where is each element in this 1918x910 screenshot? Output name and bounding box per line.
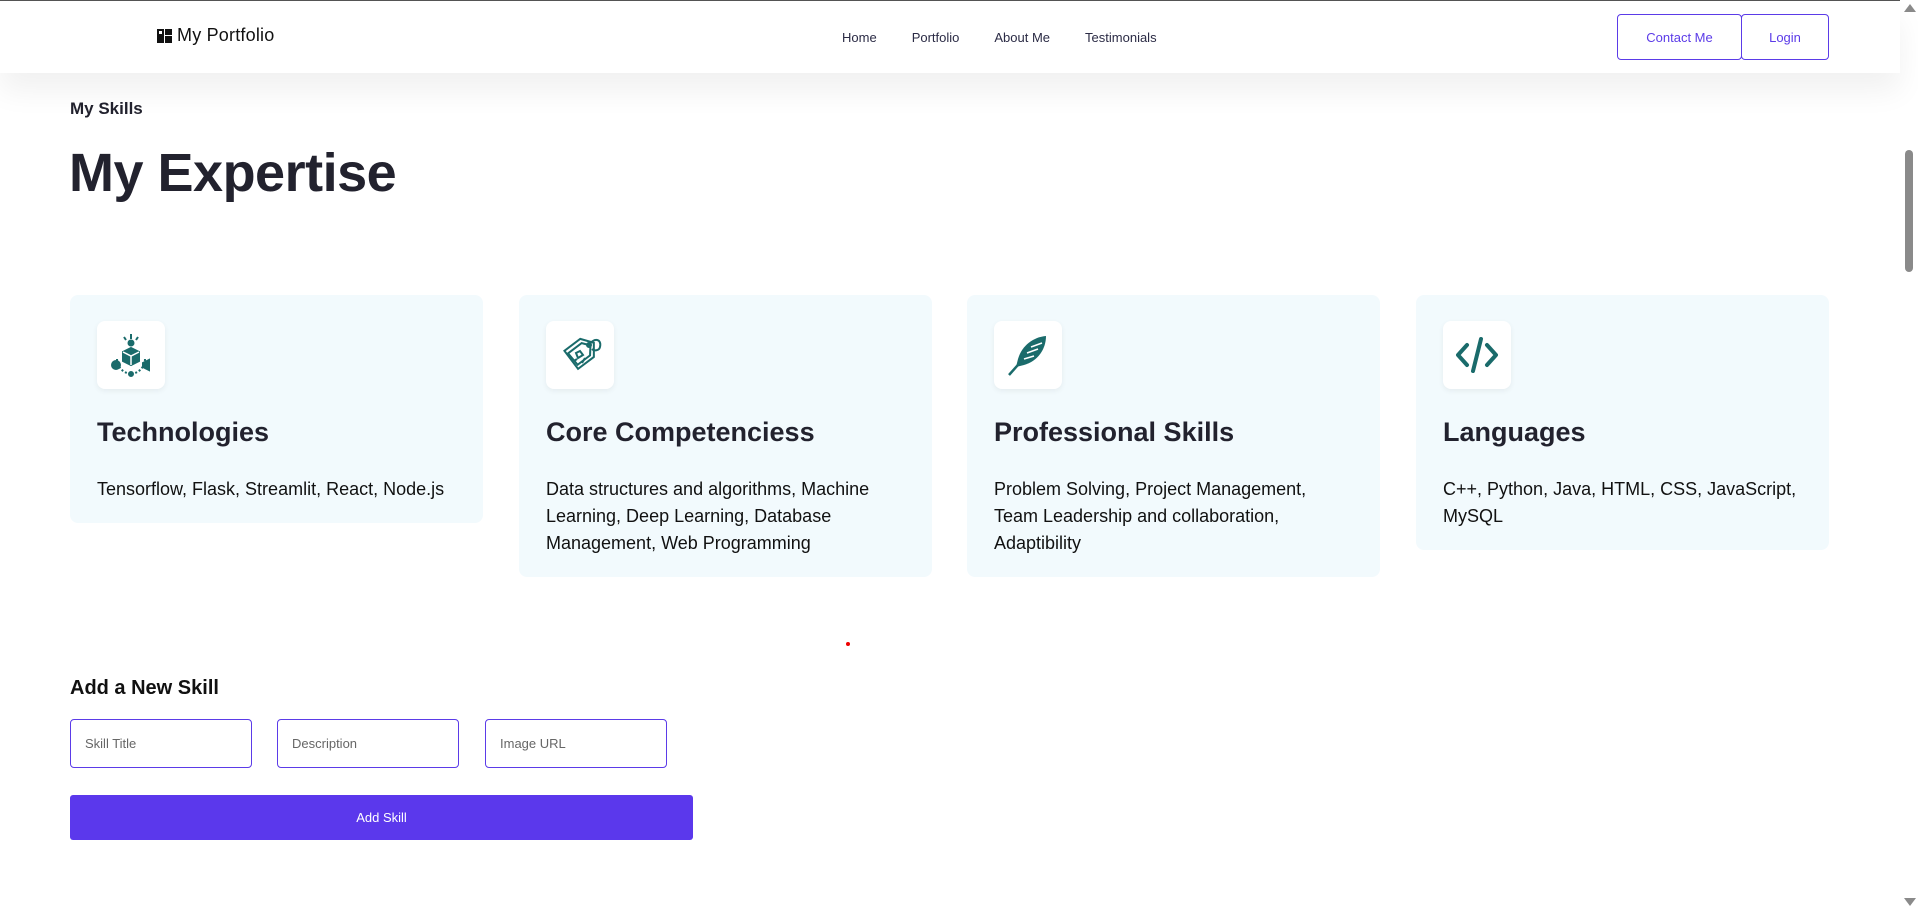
- tag-badge-icon: [563, 337, 602, 371]
- skill-card-description: Tensorflow, Flask, Streamlit, React, Nod…: [97, 479, 445, 499]
- skill-image-url-input[interactable]: [485, 719, 667, 768]
- add-skill-form-title: Add a New Skill: [70, 677, 219, 699]
- nav-portfolio[interactable]: Portfolio: [912, 30, 960, 45]
- brand-name: My Portfolio: [177, 25, 275, 45]
- section-label: My Skills: [70, 99, 143, 118]
- skill-card-icon-box: [994, 321, 1062, 389]
- skill-description-input[interactable]: [277, 719, 459, 768]
- skill-card-title: Technologies: [97, 417, 270, 447]
- skill-card-description: Data structures and algorithms, Machine …: [546, 479, 870, 553]
- skill-card-languages: Languages C++, Python, Java, HTML, CSS, …: [1416, 295, 1829, 550]
- navbar: My Portfolio Home Portfolio About Me Tes…: [0, 1, 1900, 73]
- skill-card-title: Professional Skills: [994, 417, 1235, 447]
- add-skill-button[interactable]: Add Skill: [70, 795, 693, 840]
- login-button[interactable]: Login: [1741, 14, 1829, 60]
- skill-card-title: Core Competenciess: [546, 417, 815, 447]
- skill-card-technologies: Technologies Tensorflow, Flask, Streamli…: [70, 295, 483, 523]
- portfolio-logo-icon: [157, 28, 172, 43]
- scrollbar-thumb[interactable]: [1905, 150, 1913, 272]
- main-nav: Home Portfolio About Me Testimonials: [842, 30, 1157, 45]
- skill-card-icon-box: [97, 321, 165, 389]
- technology-network-icon: [111, 334, 150, 377]
- skill-card-description: Problem Solving, Project Management, Tea…: [994, 479, 1307, 553]
- scroll-up-arrow-icon[interactable]: [1904, 4, 1916, 12]
- brand-logo[interactable]: My Portfolio: [157, 25, 274, 46]
- cursor-dot: [846, 642, 850, 646]
- nav-about-me[interactable]: About Me: [994, 30, 1050, 45]
- code-brackets-icon: [1456, 337, 1498, 373]
- skill-card-icon-box: [1443, 321, 1511, 389]
- feather-quill-icon: [1008, 336, 1046, 376]
- nav-testimonials[interactable]: Testimonials: [1085, 30, 1157, 45]
- contact-me-button[interactable]: Contact Me: [1617, 14, 1742, 60]
- skill-title-input[interactable]: [70, 719, 252, 768]
- scroll-down-arrow-icon[interactable]: [1904, 898, 1916, 906]
- skill-card-core-competencies: Core Competenciess Data structures and a…: [519, 295, 932, 577]
- vertical-scrollbar[interactable]: [1900, 0, 1918, 910]
- nav-home[interactable]: Home: [842, 30, 877, 45]
- skill-card-professional-skills: Professional Skills Problem Solving, Pro…: [967, 295, 1380, 577]
- skill-card-icon-box: [546, 321, 614, 389]
- skill-card-title: Languages: [1443, 417, 1586, 447]
- page-title: My Expertise: [69, 143, 397, 203]
- skill-card-description: C++, Python, Java, HTML, CSS, JavaScript…: [1443, 479, 1797, 526]
